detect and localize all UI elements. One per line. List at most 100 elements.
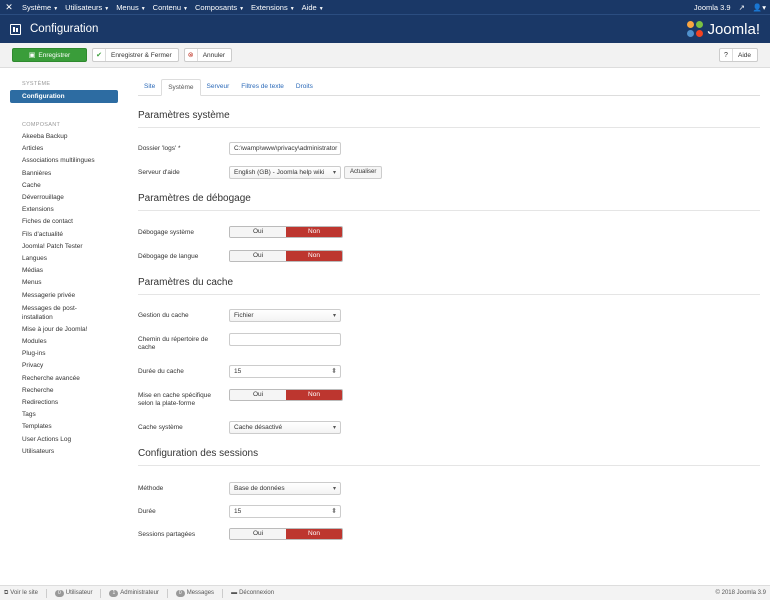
external-link-icon: ⧉ bbox=[4, 589, 9, 596]
toggle-yes[interactable]: Oui bbox=[230, 390, 286, 400]
cache-path-label: Chemin du répertoire de cache bbox=[138, 336, 209, 351]
joomla-logo-icon[interactable]: ✕ bbox=[4, 2, 14, 12]
sidebar-item[interactable]: Privacy bbox=[10, 360, 118, 372]
toggle-no[interactable]: Non bbox=[286, 227, 342, 237]
cancel-button[interactable]: ⊗ Annuler bbox=[183, 48, 233, 62]
divider bbox=[100, 588, 102, 598]
menu-composants[interactable]: Composants ▼ bbox=[195, 3, 244, 12]
debug-language-toggle[interactable]: Oui Non bbox=[229, 250, 343, 262]
session-shared-label: Sessions partagées bbox=[138, 531, 196, 538]
section-title-cache: Paramètres du cache bbox=[138, 277, 760, 295]
cancel-icon: ⊗ bbox=[185, 49, 198, 61]
menu-aide[interactable]: Aide ▼ bbox=[302, 3, 324, 12]
sidebar-item[interactable]: Messagerie privée bbox=[10, 290, 118, 302]
sidebar-item[interactable]: Menus bbox=[10, 277, 118, 289]
session-handler-select[interactable]: Base de données bbox=[229, 482, 341, 495]
toolbar: ▣ Enregistrer ✔ Enregistrer & Fermer ⊗ Annu… bbox=[0, 43, 770, 68]
toggle-yes[interactable]: Oui bbox=[230, 529, 286, 539]
logout-link[interactable]: ▬ Déconnexion bbox=[231, 590, 274, 596]
debug-language-label: Débogage de langue bbox=[138, 253, 199, 260]
user-menu-icon[interactable]: 👤▾ bbox=[753, 3, 766, 12]
sidebar-item[interactable]: Extensions bbox=[10, 204, 118, 216]
menu-menus[interactable]: Menus ▼ bbox=[116, 3, 145, 12]
admins-link[interactable]: 1 Administrateur bbox=[109, 589, 159, 597]
sidebar-item[interactable]: Articles bbox=[10, 143, 118, 155]
sidebar-heading-component: COMPOSANT bbox=[22, 122, 61, 128]
help-server-label: Serveur d'aide bbox=[138, 169, 180, 176]
menu-systeme[interactable]: Système ▼ bbox=[22, 3, 58, 12]
sidebar-item[interactable]: Associations multilingues bbox=[10, 155, 118, 167]
help-server-select[interactable]: English (GB) - Joomla help wiki bbox=[229, 166, 341, 179]
check-icon: ✔ bbox=[93, 49, 106, 61]
version-link[interactable]: Joomla 3.9 bbox=[694, 3, 731, 12]
minus-icon: ▬ bbox=[231, 590, 238, 596]
session-handler-label: Méthode bbox=[138, 485, 164, 492]
debug-system-label: Débogage système bbox=[138, 229, 195, 236]
visitors-link[interactable]: 0 Utilisateur bbox=[54, 589, 92, 597]
section-title-debug: Paramètres de débogage bbox=[138, 193, 760, 211]
toggle-no[interactable]: Non bbox=[286, 390, 342, 400]
session-lifetime-input[interactable]: 15 bbox=[229, 505, 341, 518]
sidebar-item-configuration[interactable]: Configuration bbox=[10, 90, 118, 103]
menu-utilisateurs[interactable]: Utilisateurs ▼ bbox=[65, 3, 109, 12]
tab-systeme[interactable]: Système bbox=[161, 79, 201, 96]
sidebar-item[interactable]: Recherche bbox=[10, 385, 118, 397]
sidebar-item[interactable]: Bannières bbox=[10, 168, 118, 180]
sidebar-item[interactable]: Fiches de contact bbox=[10, 216, 118, 228]
tab-droits[interactable]: Droits bbox=[290, 79, 319, 96]
sidebar-item[interactable]: User Actions Log bbox=[10, 434, 118, 446]
sidebar-item[interactable]: Mise à jour de Joomla! bbox=[10, 324, 118, 336]
brand-text: Joomla! bbox=[707, 20, 760, 38]
save-icon: ▣ bbox=[28, 52, 36, 59]
divider bbox=[222, 588, 224, 598]
toggle-no[interactable]: Non bbox=[286, 251, 342, 261]
sidebar-item[interactable]: Joomla! Patch Tester bbox=[10, 241, 118, 253]
sidebar-item[interactable]: Médias bbox=[10, 265, 118, 277]
menu-contenu[interactable]: Contenu ▼ bbox=[153, 3, 188, 12]
sidebar-item[interactable]: Tags bbox=[10, 409, 118, 421]
sidebar-item[interactable]: Cache bbox=[10, 180, 118, 192]
joomla-flower-icon bbox=[687, 20, 704, 38]
save-close-button[interactable]: ✔ Enregistrer & Fermer bbox=[92, 48, 179, 62]
debug-system-toggle[interactable]: Oui Non bbox=[229, 226, 343, 238]
sidebar-item[interactable]: Modules bbox=[10, 336, 118, 348]
tab-site[interactable]: Site bbox=[138, 79, 161, 96]
visitors-badge: 0 bbox=[54, 589, 64, 597]
cache-time-label: Durée du cache bbox=[138, 368, 184, 375]
sidebar-item[interactable]: Recherche avancée bbox=[10, 373, 118, 385]
sidebar-item[interactable]: Messages de post-installation bbox=[10, 302, 118, 324]
sidebar-item[interactable]: Redirections bbox=[10, 397, 118, 409]
view-site-link[interactable]: ⧉ Voir le site bbox=[4, 590, 38, 597]
sidebar-item[interactable]: Akeeba Backup bbox=[10, 131, 118, 143]
cache-path-input[interactable] bbox=[229, 333, 341, 346]
cache-system-select[interactable]: Cache désactivé bbox=[229, 421, 341, 434]
top-navbar: ✕ Système ▼ Utilisateurs ▼ Menus ▼ Contenu ▼… bbox=[0, 0, 770, 14]
external-link-icon[interactable]: ↗ bbox=[739, 3, 745, 12]
save-button[interactable]: ▣ Enregistrer bbox=[12, 48, 87, 62]
sidebar: SYSTÈME Configuration COMPOSANT Akeeba B… bbox=[10, 78, 118, 458]
section-title-system: Paramètres système bbox=[138, 110, 760, 128]
toggle-yes[interactable]: Oui bbox=[230, 251, 286, 261]
cache-handler-select[interactable]: Fichier bbox=[229, 309, 341, 322]
toggle-yes[interactable]: Oui bbox=[230, 227, 286, 237]
help-button[interactable]: ? Aide bbox=[718, 48, 758, 62]
sidebar-item[interactable]: Déverrouillage bbox=[10, 192, 118, 204]
sidebar-item[interactable]: Plug-ins bbox=[10, 348, 118, 360]
refresh-button[interactable]: Actualiser bbox=[344, 166, 383, 179]
copyright: © 2018 Joomla 3.9 bbox=[715, 590, 766, 596]
tab-serveur[interactable]: Serveur bbox=[201, 79, 236, 96]
sidebar-item[interactable]: Langues bbox=[10, 253, 118, 265]
sidebar-item[interactable]: Fils d'actualité bbox=[10, 229, 118, 241]
session-shared-toggle[interactable]: Oui Non bbox=[229, 528, 343, 540]
divider bbox=[45, 588, 47, 598]
cache-platform-toggle[interactable]: Oui Non bbox=[229, 389, 343, 401]
menu-extensions[interactable]: Extensions ▼ bbox=[251, 3, 295, 12]
tab-filtres[interactable]: Filtres de texte bbox=[235, 79, 290, 96]
toggle-no[interactable]: Non bbox=[286, 529, 342, 539]
messages-badge: 0 bbox=[175, 589, 185, 597]
messages-link[interactable]: 0 Messages bbox=[175, 589, 214, 597]
sidebar-item[interactable]: Utilisateurs bbox=[10, 446, 118, 458]
logs-path-input[interactable]: C:\wamp\www\privacy\administrator bbox=[229, 142, 341, 155]
sidebar-item[interactable]: Templates bbox=[10, 421, 118, 433]
cache-time-input[interactable]: 15 bbox=[229, 365, 341, 378]
